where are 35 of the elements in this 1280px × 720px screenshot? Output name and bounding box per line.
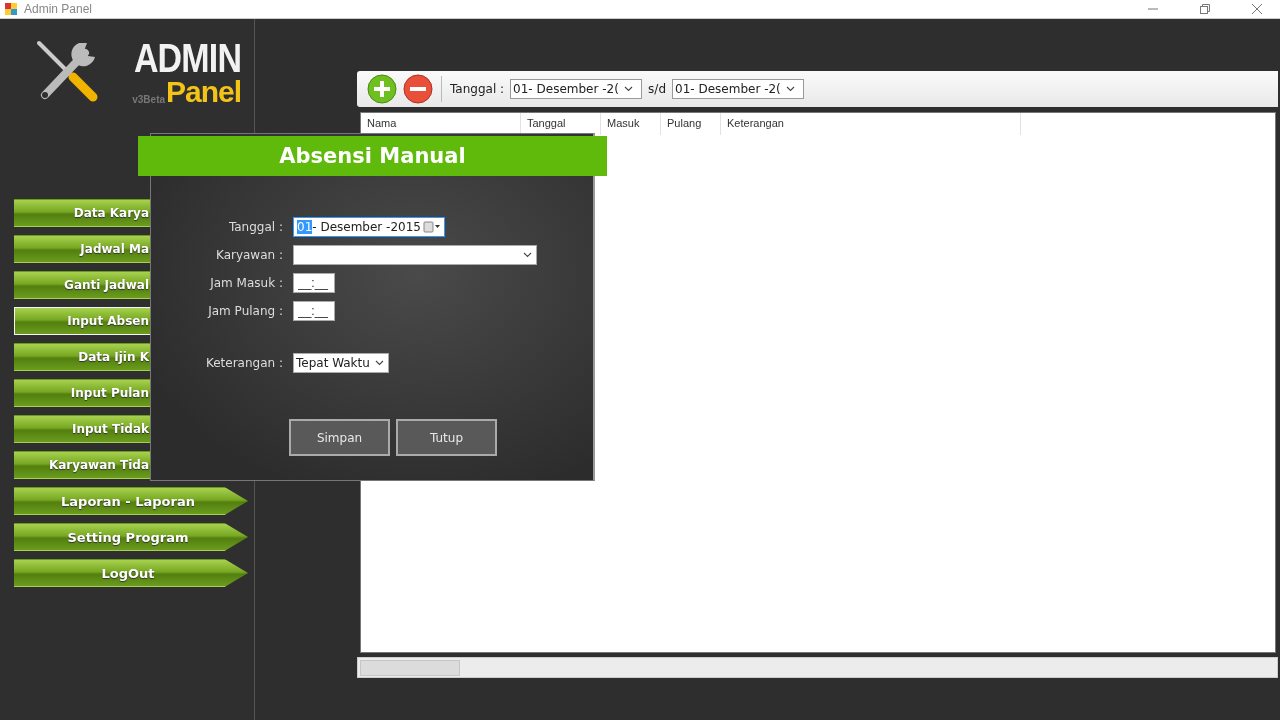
sidebar-item[interactable]: LogOut [14, 559, 248, 587]
time-field[interactable]: __:__ [293, 273, 335, 293]
logo-subtitle: Panel [166, 77, 242, 107]
sidebar-item[interactable]: Setting Program [14, 523, 248, 551]
close-icon [1252, 4, 1262, 14]
column-header[interactable]: Keterangan [721, 113, 1021, 135]
scrollbar-thumb[interactable] [360, 659, 460, 676]
column-header[interactable]: Pulang [661, 113, 721, 135]
chevron-down-icon [624, 86, 634, 92]
column-header[interactable]: Masuk [601, 113, 661, 135]
dialog-button[interactable]: Tutup [396, 419, 497, 456]
sidebar-item[interactable]: Laporan - Laporan [14, 487, 248, 515]
remove-icon[interactable] [403, 74, 433, 104]
chevron-down-icon [786, 86, 795, 92]
window-title: Admin Panel [24, 2, 93, 16]
version-label: v3Beta [132, 94, 166, 105]
time-field[interactable]: __:__ [293, 301, 335, 321]
status-dropdown[interactable]: Tepat Waktu [293, 353, 389, 373]
chevron-down-icon [375, 360, 384, 366]
employee-dropdown[interactable] [293, 245, 537, 265]
restore-icon [1200, 4, 1210, 14]
date-label: Tanggal : [450, 82, 505, 96]
chevron-down-icon [523, 252, 532, 258]
add-icon[interactable] [367, 74, 397, 104]
horizontal-scrollbar[interactable] [357, 657, 1278, 678]
dialog-button[interactable]: Simpan [289, 419, 390, 456]
app-icon [4, 2, 18, 16]
logo-title: ADMIN [133, 39, 242, 77]
date-from-dropdown[interactable]: 01- Desember -2( [510, 79, 643, 99]
calendar-dropdown-icon [423, 221, 441, 233]
dialog-title: Absensi Manual [138, 136, 607, 176]
date-field[interactable]: 01- Desember -2015 [293, 217, 445, 237]
tools-icon [35, 39, 99, 103]
date-to-dropdown[interactable]: 01- Desember -2( [672, 79, 804, 99]
range-separator: s/d [648, 82, 666, 96]
